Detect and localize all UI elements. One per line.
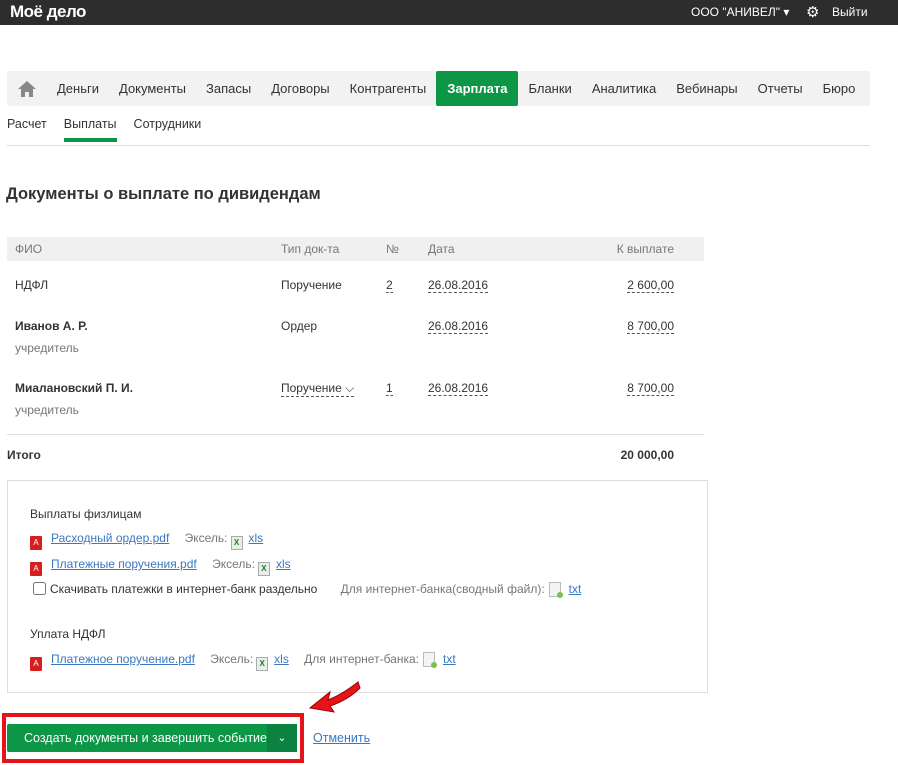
row-amount[interactable]: 2 600,00 [627,278,674,293]
excel-label: Эксель: [184,531,228,545]
bank-summary-txt-link[interactable]: txt [569,582,582,596]
col-number: № [386,242,399,256]
row-date[interactable]: 26.08.2016 [428,278,489,293]
col-amount: К выплате [616,242,674,256]
table-row: Иванов А. Р. учредитель Ордер 26.08.2016… [7,319,704,359]
separate-download-checkbox[interactable] [33,582,46,595]
logout-link[interactable]: Выйти [832,5,868,19]
row-role: учредитель [15,403,79,417]
payment-orders-xls-link[interactable]: xls [276,557,291,571]
nav-money[interactable]: Деньги [47,71,109,106]
excel-icon: X [230,536,243,550]
logo[interactable]: Моё дело [10,2,86,22]
ndfl-txt-link[interactable]: txt [443,652,456,666]
col-type: Тип док-та [281,242,340,256]
nav-contracts[interactable]: Договоры [261,71,339,106]
doc-line: A Платежные поручения.pdf Эксель: Xxls [30,557,291,576]
doc-line: Скачивать платежки в интернет-банк разде… [30,582,582,598]
row-name: НДФЛ [15,278,49,292]
nav-analytics[interactable]: Аналитика [582,71,666,106]
row-name: Иванов А. Р. [15,319,88,333]
pdf-icon: A [30,657,42,671]
bank-summary-label: Для интернет-банка(сводный файл): [340,582,545,596]
checkbox-label[interactable]: Скачивать платежки в интернет-банк разде… [50,582,317,596]
pdf-icon: A [30,536,42,550]
excel-label: Эксель: [210,652,254,666]
row-type: Поручение [281,278,342,292]
total-row: Итого 20 000,00 [7,448,704,468]
row-amount[interactable]: 8 700,00 [627,319,674,334]
nav-forms[interactable]: Бланки [518,71,581,106]
page-title: Документы о выплате по дивидендам [6,185,321,203]
nav-salary[interactable]: Зарплата [436,71,519,106]
col-name: ФИО [15,242,43,256]
cancel-link[interactable]: Отменить [313,731,370,745]
tab-employees[interactable]: Сотрудники [134,117,202,142]
home-icon[interactable] [7,71,47,106]
nav-bureau[interactable]: Бюро [813,71,866,106]
row-name: Миалановский П. И. [15,381,134,395]
txt-file-icon [548,582,563,598]
ndfl-xls-link[interactable]: xls [274,652,289,666]
main-nav: Деньги Документы Запасы Договоры Контраг… [7,71,870,106]
doc-line: A Расходный ордер.pdf Эксель: Xxls [30,531,263,550]
row-date[interactable]: 26.08.2016 [428,319,489,334]
excel-label: Эксель: [212,557,255,571]
nav-reports[interactable]: Отчеты [748,71,813,106]
nav-documents[interactable]: Документы [109,71,196,106]
nav-contractors[interactable]: Контрагенты [340,71,437,106]
row-type: Ордер [281,319,318,333]
org-selector[interactable]: ООО "АНИВЕЛ" ▾ [691,5,789,19]
bank-label: Для интернет-банка: [304,652,419,666]
top-bar: Моё дело ООО "АНИВЕЛ" ▾ ⚙ Выйти [0,0,898,25]
cash-order-pdf-link[interactable]: Расходный ордер.pdf [51,531,169,545]
row-amount[interactable]: 8 700,00 [627,381,674,396]
row-role: учредитель [15,341,79,355]
pdf-icon: A [30,562,42,576]
chevron-down-icon[interactable]: ⌄ [267,724,297,752]
total-amount: 20 000,00 [620,448,674,462]
excel-icon: X [257,562,270,576]
ndfl-payment-pdf-link[interactable]: Платежное поручение.pdf [51,652,195,666]
row-number[interactable]: 1 [386,381,393,396]
row-number[interactable]: 2 [386,278,393,293]
tab-calculation[interactable]: Расчет [7,117,47,142]
gear-icon[interactable]: ⚙ [806,3,819,21]
row-type-dropdown[interactable]: Поручение ⌵ [281,381,355,397]
table-row: Миалановский П. И. учредитель Поручение … [7,381,704,421]
section-title: Уплата НДФЛ [30,627,106,641]
table-header: ФИО Тип док-та № Дата К выплате [7,237,704,261]
table-row: НДФЛ Поручение 2 26.08.2016 2 600,00 [7,278,704,298]
col-date: Дата [428,242,455,256]
arrow-annotation-icon [308,681,361,713]
row-date[interactable]: 26.08.2016 [428,381,489,396]
txt-file-icon [423,652,437,668]
divider [7,434,704,435]
create-documents-label[interactable]: Создать документы и завершить событие [7,724,267,752]
excel-icon: X [256,657,269,671]
sub-tabs: Расчет Выплаты Сотрудники [7,117,201,142]
total-label: Итого [7,448,41,462]
divider [7,145,870,146]
create-documents-button[interactable]: Создать документы и завершить событие ⌄ [7,724,297,752]
cash-order-xls-link[interactable]: xls [249,531,264,545]
nav-webinars[interactable]: Вебинары [666,71,747,106]
tab-payments[interactable]: Выплаты [63,117,117,142]
section-title: Выплаты физлицам [30,507,142,521]
doc-line: A Платежное поручение.pdf Эксель: Xxls Для… [30,652,456,671]
payment-orders-pdf-link[interactable]: Платежные поручения.pdf [51,557,197,571]
nav-stock[interactable]: Запасы [196,71,261,106]
documents-panel: Выплаты физлицам A Расходный ордер.pdf Эк… [7,480,708,693]
